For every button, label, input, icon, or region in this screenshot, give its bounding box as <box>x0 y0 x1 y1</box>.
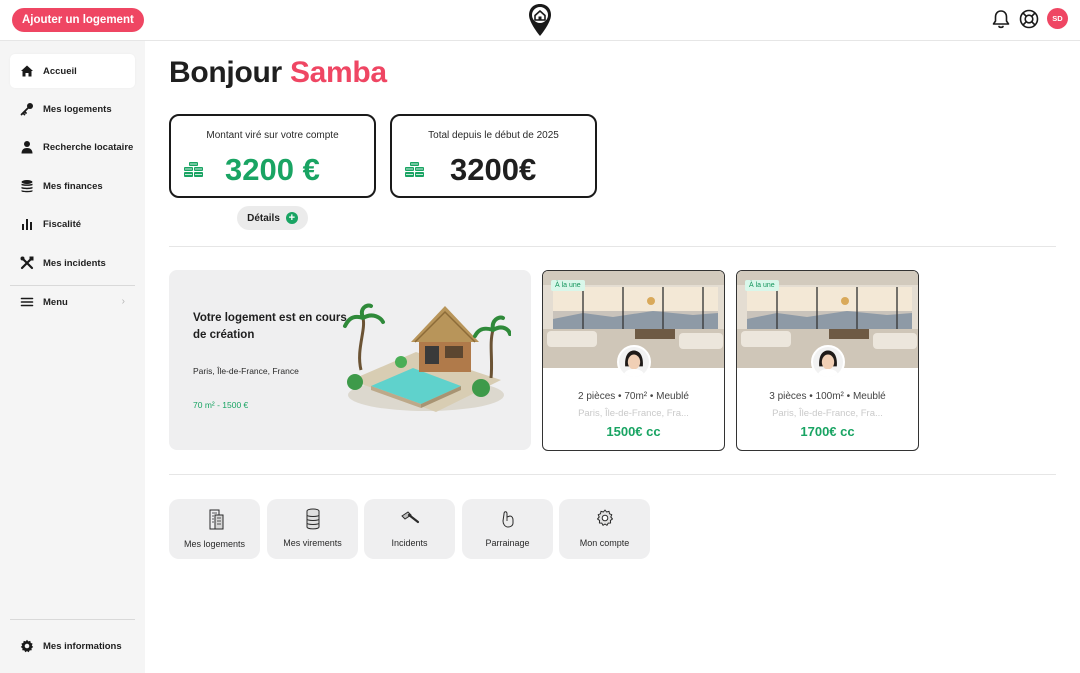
shortcut-label: Mes virements <box>283 538 342 548</box>
section-divider <box>169 474 1056 475</box>
shortcut-parrainage[interactable]: Parrainage <box>462 499 553 559</box>
shortcut-label: Incidents <box>391 538 428 548</box>
gear-outline-icon <box>597 509 613 526</box>
stat-value: 3200 € <box>225 152 320 187</box>
agent-avatar <box>811 345 845 379</box>
bell-icon[interactable] <box>990 8 1012 30</box>
featured-badge: À la une <box>745 280 779 291</box>
listing-price: 1700€ cc <box>800 424 855 439</box>
money-stack-icon <box>405 162 424 177</box>
coin-stack-icon <box>306 508 320 530</box>
creation-meta: 70 m² - 1500 € <box>193 400 249 410</box>
sidebar-item-fiscalite[interactable]: Fiscalité <box>10 207 135 241</box>
featured-badge: À la une <box>551 280 585 291</box>
listing-card[interactable]: À la une 2 pièces • 70m² • Meublé Paris,… <box>542 270 725 451</box>
money-stack-icon <box>184 162 203 177</box>
sidebar-item-recherche-locataire[interactable]: Recherche locataire <box>10 130 135 164</box>
shortcut-mes-logements[interactable]: Mes logements <box>169 499 260 559</box>
sidebar-item-mes-incidents[interactable]: Mes incidents <box>10 246 135 280</box>
details-label: Détails <box>247 212 280 224</box>
sidebar-item-label: Fiscalité <box>43 218 82 230</box>
details-button[interactable]: Détails + <box>237 206 308 230</box>
sidebar: Accueil Mes logements Recherche locatair… <box>0 41 145 673</box>
hand-icon <box>502 511 514 528</box>
home-pin-logo-icon[interactable] <box>527 3 553 37</box>
shortcut-mes-virements[interactable]: Mes virements <box>267 499 358 559</box>
page-title: Bonjour Samba <box>169 56 387 90</box>
shortcut-label: Mes logements <box>183 539 246 549</box>
sidebar-item-mes-logements[interactable]: Mes logements <box>10 92 135 126</box>
sidebar-item-label: Mes incidents <box>43 257 106 269</box>
shortcut-label: Parrainage <box>485 538 530 548</box>
bar-chart-icon <box>19 216 35 232</box>
lifebuoy-icon[interactable] <box>1018 8 1040 30</box>
shortcut-mon-compte[interactable]: Mon compte <box>559 499 650 559</box>
agent-avatar <box>617 345 651 379</box>
section-divider <box>169 246 1056 247</box>
listing-price: 1500€ cc <box>606 424 661 439</box>
home-icon <box>19 63 35 79</box>
listing-address: Paris, Île-de-France, Fra... <box>772 408 883 419</box>
listing-card[interactable]: À la une 3 pièces • 100m² • Meublé Paris… <box>736 270 919 451</box>
sidebar-item-label: Mes finances <box>43 180 103 192</box>
gear-icon <box>19 638 35 654</box>
coins-stack-icon <box>19 178 35 194</box>
house-with-pool-illustration <box>343 303 511 412</box>
tools-icon <box>19 255 35 271</box>
hammer-icon <box>401 511 420 524</box>
shortcut-label: Mon compte <box>579 538 630 548</box>
buildings-icon <box>209 509 224 530</box>
listing-specs: 3 pièces • 100m² • Meublé <box>769 391 886 402</box>
sidebar-item-label: Accueil <box>43 65 77 77</box>
sidebar-menu-label: Menu <box>43 296 68 308</box>
creation-location: Paris, Île-de-France, France <box>193 366 299 376</box>
stat-card-amount-transferred: Montant viré sur votre compte 3200 € <box>169 114 376 198</box>
sidebar-item-accueil[interactable]: Accueil <box>10 54 135 88</box>
chevron-right-icon: › <box>121 296 125 307</box>
property-in-creation-card[interactable]: Votre logement est en cours de création … <box>169 270 531 450</box>
greeting-user-name: Samba <box>289 56 387 89</box>
key-icon <box>19 101 35 117</box>
sidebar-menu-toggle[interactable]: Menu › <box>10 285 135 319</box>
stat-card-total-year: Total depuis le début de 2025 3200€ <box>390 114 597 198</box>
stat-value: 3200€ <box>450 152 537 187</box>
sidebar-item-mes-informations[interactable]: Mes informations <box>10 629 135 663</box>
add-property-button[interactable]: Ajouter un logement <box>12 8 144 32</box>
shortcut-incidents[interactable]: Incidents <box>364 499 455 559</box>
sidebar-item-label: Recherche locataire <box>43 141 134 153</box>
sidebar-item-mes-finances[interactable]: Mes finances <box>10 169 135 203</box>
stat-caption: Total depuis le début de 2025 <box>428 130 559 141</box>
hamburger-icon <box>19 294 35 310</box>
creation-title: Votre logement est en cours de création <box>193 312 347 341</box>
stat-caption: Montant viré sur votre compte <box>206 130 339 141</box>
top-header: Ajouter un logement SD <box>0 0 1080 41</box>
listing-address: Paris, Île-de-France, Fra... <box>578 408 689 419</box>
greeting-prefix: Bonjour <box>169 56 282 89</box>
plus-icon: + <box>285 212 298 224</box>
listing-specs: 2 pièces • 70m² • Meublé <box>578 391 689 402</box>
user-icon <box>19 139 35 155</box>
sidebar-footer-divider <box>10 619 135 620</box>
sidebar-item-label: Mes informations <box>43 640 122 652</box>
sidebar-item-label: Mes logements <box>43 103 112 115</box>
user-avatar[interactable]: SD <box>1047 8 1068 29</box>
